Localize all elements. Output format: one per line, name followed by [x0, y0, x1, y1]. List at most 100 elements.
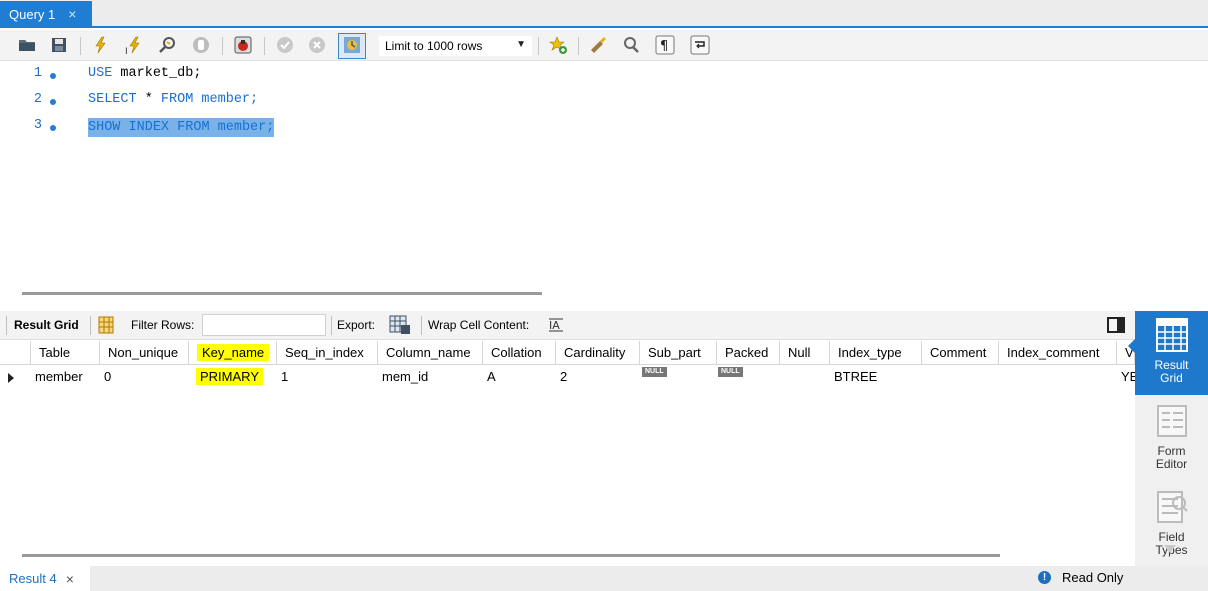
result-tabs-bar: Result 4 × ! Read Only [0, 566, 1208, 591]
column-header[interactable]: Null [780, 341, 830, 365]
column-header[interactable]: Collation [483, 341, 556, 365]
code-line-selected: 3 SHOW INDEX FROM member; [0, 118, 1208, 140]
explain-icon[interactable] [158, 35, 178, 55]
result-grid-icon [1155, 318, 1188, 352]
cell[interactable] [780, 366, 784, 388]
cell[interactable]: YE [1117, 366, 1135, 388]
code-line: 1 USE market_db; [0, 66, 1208, 88]
grid-horizontal-scrollbar[interactable] [22, 554, 1000, 557]
sql-editor[interactable]: 1 USE market_db; 2 SELECT * FROM member;… [0, 62, 1208, 284]
column-header[interactable]: Index_comment [999, 341, 1117, 365]
column-header[interactable]: Sub_part [640, 341, 717, 365]
tab-result-4[interactable]: Result 4 × [0, 566, 90, 591]
wrap-cell-icon[interactable]: IA [548, 317, 564, 336]
null-badge: NULL [642, 367, 667, 377]
column-header-highlighted[interactable]: Key_name [189, 341, 277, 365]
result-grid[interactable]: Table Non_unique Key_name Seq_in_index C… [0, 341, 1135, 546]
autocommit-icon[interactable] [342, 35, 362, 55]
toolbar-separator [222, 37, 223, 55]
open-folder-icon[interactable] [17, 35, 37, 55]
null-badge: NULL [718, 367, 743, 377]
toolbar-separator [90, 316, 91, 335]
svg-text:I: I [125, 47, 128, 55]
cell-highlighted[interactable]: PRIMARY [192, 366, 263, 388]
column-header[interactable]: Column_name [378, 341, 483, 365]
toolbar-separator [421, 316, 422, 335]
limit-rows-select[interactable]: Limit to 1000 rows ▼ [378, 35, 533, 57]
grid-view-icon[interactable] [98, 316, 114, 337]
column-header[interactable]: Table [31, 341, 100, 365]
result-grid-label[interactable]: Result Grid [14, 318, 79, 332]
result-tab-label: Result 4 [9, 571, 57, 586]
wrap-icon[interactable] [690, 35, 710, 55]
filter-rows-input[interactable] [202, 314, 326, 336]
editor-horizontal-scrollbar[interactable] [22, 292, 542, 295]
export-label: Export: [337, 318, 376, 332]
invisible-chars-icon[interactable]: ¶ [655, 35, 675, 55]
commit-icon[interactable] [275, 35, 295, 55]
line-number: 2 [33, 92, 42, 107]
toolbar-separator [6, 316, 7, 335]
result-toolbar: Result Grid Filter Rows: Export: Wrap Ce… [0, 311, 1135, 340]
toolbar-separator [538, 37, 539, 55]
toolbar-separator [331, 316, 332, 335]
cell[interactable]: NULL [714, 366, 743, 388]
toolbar-separator [264, 37, 265, 55]
current-row-icon [8, 373, 14, 383]
beautify-icon[interactable] [588, 35, 608, 55]
column-header[interactable]: Packed [717, 341, 780, 365]
cell[interactable] [999, 366, 1003, 388]
column-header[interactable]: Non_unique [100, 341, 189, 365]
stop-icon[interactable] [191, 35, 211, 55]
result-grid-button[interactable]: Result Grid [1128, 311, 1208, 395]
execute-current-icon[interactable]: I [124, 35, 144, 55]
sql-toolbar: I Limit to 1000 rows ▼ ¶ [0, 30, 1208, 61]
limit-rows-value: Limit to 1000 rows [385, 39, 483, 53]
active-indicator-icon [1128, 339, 1135, 353]
column-header[interactable]: Comment [922, 341, 999, 365]
result-grid-label: Grid [1160, 371, 1183, 385]
form-editor-icon [1156, 405, 1187, 437]
scroll-down-icon[interactable] [1162, 541, 1178, 557]
rollback-icon[interactable] [307, 35, 327, 55]
statement-marker-icon [50, 73, 56, 79]
toggle-panel-icon[interactable] [1107, 317, 1125, 333]
find-icon[interactable] [621, 35, 641, 55]
cell[interactable]: 2 [556, 366, 567, 388]
info-icon: ! [1038, 571, 1051, 584]
tab-query-1[interactable]: Query 1 × [0, 1, 92, 27]
toggle-error-icon[interactable] [233, 35, 253, 55]
code-text: USE market_db; [88, 66, 202, 81]
save-icon[interactable] [49, 35, 69, 55]
line-number: 1 [33, 66, 42, 81]
cell[interactable]: 0 [100, 366, 111, 388]
close-tab-icon[interactable]: × [68, 6, 76, 22]
cell[interactable]: NULL [638, 366, 667, 388]
table-row[interactable]: member 0 PRIMARY 1 mem_id A 2 NULL NULL … [0, 366, 1135, 388]
form-editor-button[interactable]: Form Editor [1135, 397, 1208, 481]
line-number: 3 [33, 118, 42, 133]
read-only-status: ! Read Only [1038, 570, 1123, 585]
execute-icon[interactable] [91, 35, 111, 55]
cell[interactable]: mem_id [378, 366, 428, 388]
toolbar-separator [578, 37, 579, 55]
cell[interactable]: BTREE [830, 366, 877, 388]
column-header[interactable]: Cardinality [556, 341, 640, 365]
result-side-panel: Result Grid Form Editor Field Types [1128, 311, 1208, 566]
cell[interactable]: 1 [277, 366, 288, 388]
filter-rows-label: Filter Rows: [131, 318, 195, 332]
bookmark-icon[interactable] [548, 35, 568, 55]
export-icon[interactable] [389, 315, 411, 338]
column-header[interactable]: Index_type [830, 341, 922, 365]
cell[interactable]: A [483, 366, 496, 388]
svg-text:IA: IA [549, 319, 560, 332]
cell[interactable] [922, 366, 926, 388]
wrap-cell-label: Wrap Cell Content: [428, 318, 530, 332]
query-tab-bar: Query 1 × [0, 0, 1208, 28]
column-header[interactable]: Seq_in_index [277, 341, 378, 365]
close-result-tab-icon[interactable]: × [66, 571, 74, 587]
cell[interactable]: member [31, 366, 83, 388]
row-header-corner [0, 341, 31, 365]
selected-code-text: SHOW INDEX FROM member; [88, 118, 275, 137]
toolbar-separator [80, 37, 81, 55]
